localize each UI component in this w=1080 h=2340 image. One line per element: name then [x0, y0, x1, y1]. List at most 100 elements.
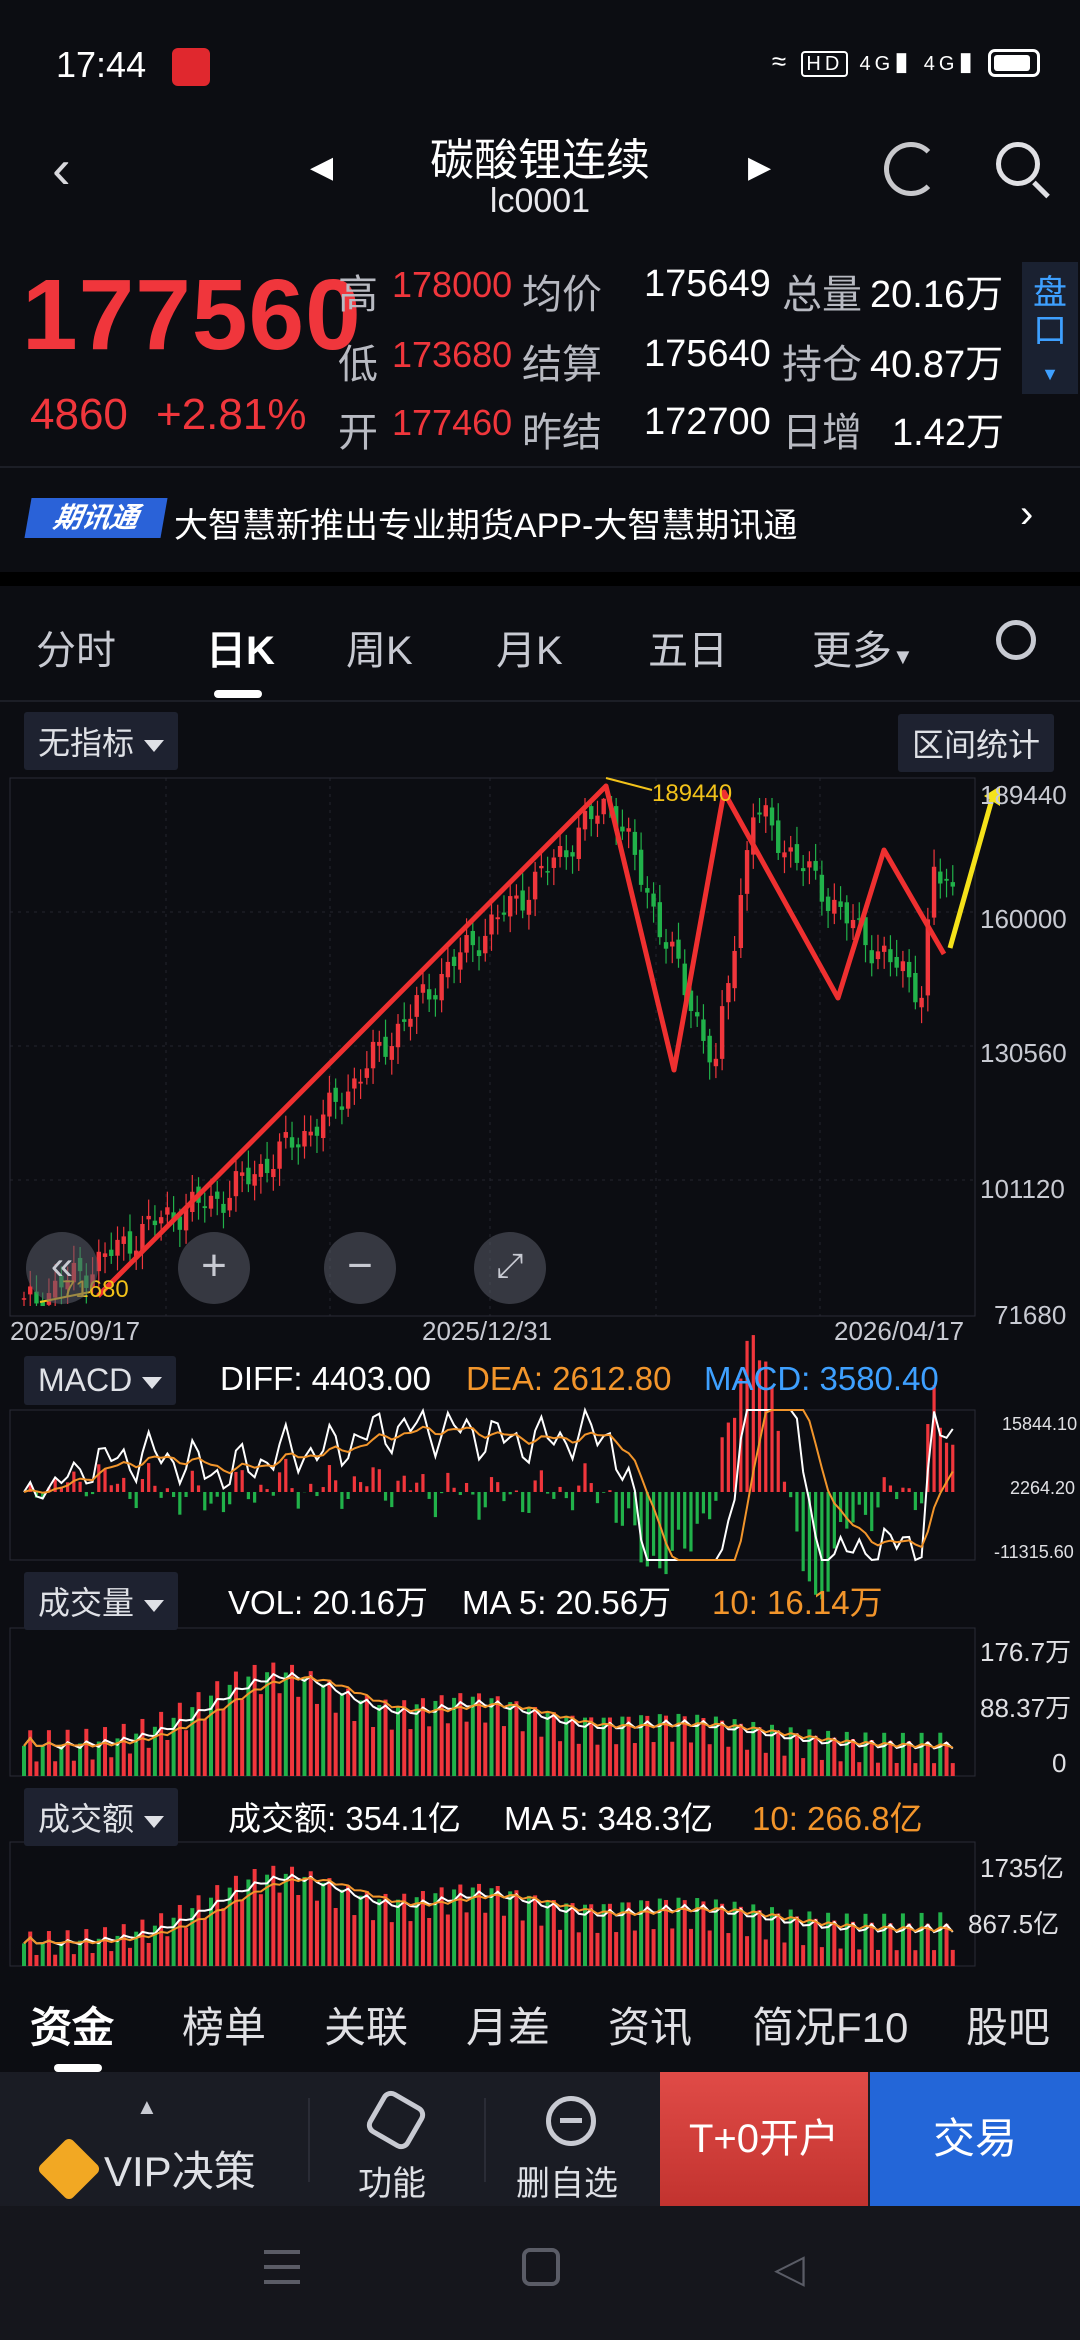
- section-divider: [0, 572, 1080, 586]
- turnover-bar: [589, 1904, 594, 1966]
- volume-bar: [277, 1693, 282, 1776]
- tab-more[interactable]: 更多▼: [812, 618, 914, 676]
- macd-bar: [178, 1492, 182, 1515]
- macd-bar: [527, 1492, 531, 1513]
- candle-body: [402, 1019, 407, 1022]
- home-icon[interactable]: [522, 2248, 560, 2286]
- turnover-bar: [53, 1954, 58, 1966]
- turnover-bar: [770, 1907, 774, 1966]
- banner-text[interactable]: 大智慧新推出专业期货APP-大智慧期讯通: [174, 498, 797, 547]
- turnover-bar: [888, 1923, 893, 1966]
- tab-related[interactable]: 关联: [324, 1994, 408, 2055]
- volume-bar: [682, 1716, 687, 1776]
- candle-body: [913, 972, 918, 1003]
- chevron-up-icon[interactable]: ▲: [136, 2094, 158, 2120]
- tab-month-spread[interactable]: 月差: [466, 1994, 550, 2055]
- macd-bar: [234, 1471, 238, 1492]
- candle-body: [345, 1091, 351, 1109]
- prev-contract-button[interactable]: ◀: [310, 150, 333, 185]
- volume-select[interactable]: 成交量: [24, 1572, 179, 1630]
- volume-bar: [738, 1723, 743, 1776]
- range-stats-button[interactable]: 区间统计: [898, 714, 1055, 772]
- volume-bar: [40, 1745, 45, 1776]
- minus-circle-icon[interactable]: [546, 2096, 596, 2146]
- candle-body: [931, 866, 937, 918]
- y-tick-label: 130560: [980, 1038, 1067, 1068]
- macd-bar: [795, 1492, 799, 1532]
- wifi-icon: ≈: [771, 46, 791, 76]
- indicator-select[interactable]: 无指标: [24, 712, 179, 770]
- zoom-out-button[interactable]: −: [324, 1232, 396, 1304]
- macd-bar: [614, 1492, 618, 1523]
- trade-button[interactable]: 交易: [870, 2072, 1080, 2206]
- macd-bar: [346, 1492, 350, 1499]
- functions-button[interactable]: 功能: [358, 2156, 426, 2205]
- candle-body: [570, 852, 575, 857]
- tab-news[interactable]: 资讯: [608, 1994, 692, 2055]
- tab-weekly-k[interactable]: 周K: [346, 618, 413, 676]
- search-icon[interactable]: [996, 142, 1040, 186]
- candle-body: [215, 1191, 220, 1199]
- vip-decision-button[interactable]: VIP决策: [104, 2138, 256, 2199]
- fullscreen-button[interactable]: ⤢: [474, 1232, 546, 1304]
- back-button[interactable]: ‹: [52, 136, 71, 201]
- candle-body: [794, 844, 800, 863]
- turnover-bar: [22, 1943, 26, 1966]
- volume-bar: [688, 1742, 693, 1776]
- tab-profile-f10[interactable]: 简况F10: [752, 1994, 908, 2055]
- macd-bar: [558, 1486, 562, 1492]
- tab-forum[interactable]: 股吧: [966, 1994, 1050, 2055]
- back-icon[interactable]: ◁: [774, 2246, 805, 2292]
- candle-body: [906, 961, 912, 978]
- tab-fund[interactable]: 资金: [30, 1994, 114, 2055]
- tab-monthly-k[interactable]: 月K: [496, 618, 563, 676]
- macd-bar: [932, 1385, 936, 1492]
- turnover-bar: [894, 1950, 899, 1966]
- tab-intraday[interactable]: 分时: [36, 618, 116, 676]
- turnover-bar: [489, 1888, 494, 1966]
- turnover-chart: [9, 1841, 976, 1967]
- menu-icon[interactable]: [264, 2250, 300, 2284]
- tab-daily-k[interactable]: 日K: [206, 618, 275, 676]
- volume-bar: [707, 1744, 712, 1776]
- candle-body: [264, 1158, 270, 1174]
- y-tick-label: 101120: [980, 1174, 1065, 1204]
- remove-watchlist-button[interactable]: 删自选: [516, 2156, 618, 2205]
- open-account-button[interactable]: T+0开户: [660, 2072, 868, 2206]
- macd-bar: [209, 1492, 213, 1504]
- refresh-icon[interactable]: [884, 142, 938, 196]
- tab-five-day[interactable]: 五日: [648, 618, 728, 676]
- volume-bar: [352, 1721, 357, 1776]
- turnover-bar: [514, 1890, 519, 1966]
- macd-bar: [153, 1485, 157, 1492]
- next-contract-button[interactable]: ▶: [748, 150, 771, 185]
- macd-bar: [377, 1469, 381, 1492]
- turnover-bar: [358, 1895, 363, 1966]
- candle-body: [221, 1203, 226, 1213]
- volume-bar: [103, 1727, 108, 1776]
- macd-bar: [446, 1472, 450, 1492]
- volume-bar: [346, 1688, 351, 1776]
- zoom-in-button[interactable]: +: [178, 1232, 250, 1304]
- divider: [484, 2098, 486, 2182]
- turnover-bar: [46, 1931, 51, 1966]
- candle-body: [520, 890, 525, 911]
- macd-bar: [265, 1489, 269, 1492]
- macd-bar: [390, 1492, 394, 1508]
- chevron-right-icon[interactable]: ›: [1020, 492, 1033, 537]
- macd-select[interactable]: MACD: [24, 1356, 177, 1405]
- gear-icon[interactable]: [996, 620, 1036, 660]
- turnover-bar: [732, 1901, 737, 1966]
- turnover-select[interactable]: 成交额: [24, 1788, 179, 1846]
- tab-rankings[interactable]: 榜单: [182, 1994, 266, 2055]
- settlement-label: 结算: [522, 343, 602, 387]
- macd-bar: [452, 1487, 456, 1492]
- turnover-bar: [140, 1919, 145, 1966]
- volume-bar: [196, 1692, 201, 1776]
- turnover-bar: [109, 1951, 114, 1966]
- macd-bar: [670, 1492, 674, 1551]
- macd-bar: [440, 1492, 444, 1494]
- scroll-left-button[interactable]: «: [26, 1232, 98, 1304]
- order-book-tab[interactable]: 盘口 ▼: [1022, 262, 1078, 394]
- volume-bar: [564, 1715, 569, 1776]
